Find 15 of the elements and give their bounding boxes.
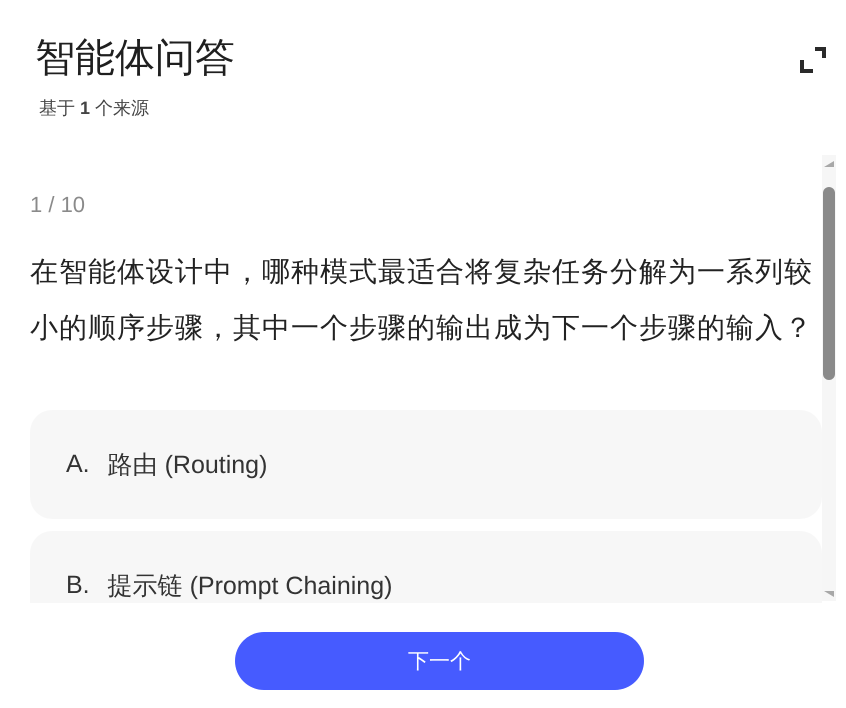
option-letter: A. <box>66 450 90 479</box>
expand-icon[interactable] <box>800 47 826 73</box>
question-counter: 1 / 10 <box>30 191 86 219</box>
scroll-down-icon[interactable] <box>824 591 834 597</box>
scroll-up-icon[interactable] <box>824 161 834 167</box>
panel-title: 智能体问答 <box>35 35 235 82</box>
option-text: 路由 (Routing) <box>108 450 268 481</box>
answer-option[interactable]: A. 路由 (Routing) <box>30 410 822 519</box>
option-text: 提示链 (Prompt Chaining) <box>108 571 392 602</box>
question-text: 在智能体设计中，哪种模式最适合将复杂任务分解为一系列较小的顺序步骤，其中一个步骤的输出成为下一个步骤的输入？ <box>30 255 814 345</box>
next-button[interactable]: 下一个 <box>235 632 644 690</box>
scroll-thumb[interactable] <box>823 187 835 380</box>
option-letter: B. <box>66 571 90 600</box>
answer-option[interactable]: B. 提示链 (Prompt Chaining) <box>30 531 822 603</box>
source-count: 基于 1 个来源 <box>39 97 150 120</box>
